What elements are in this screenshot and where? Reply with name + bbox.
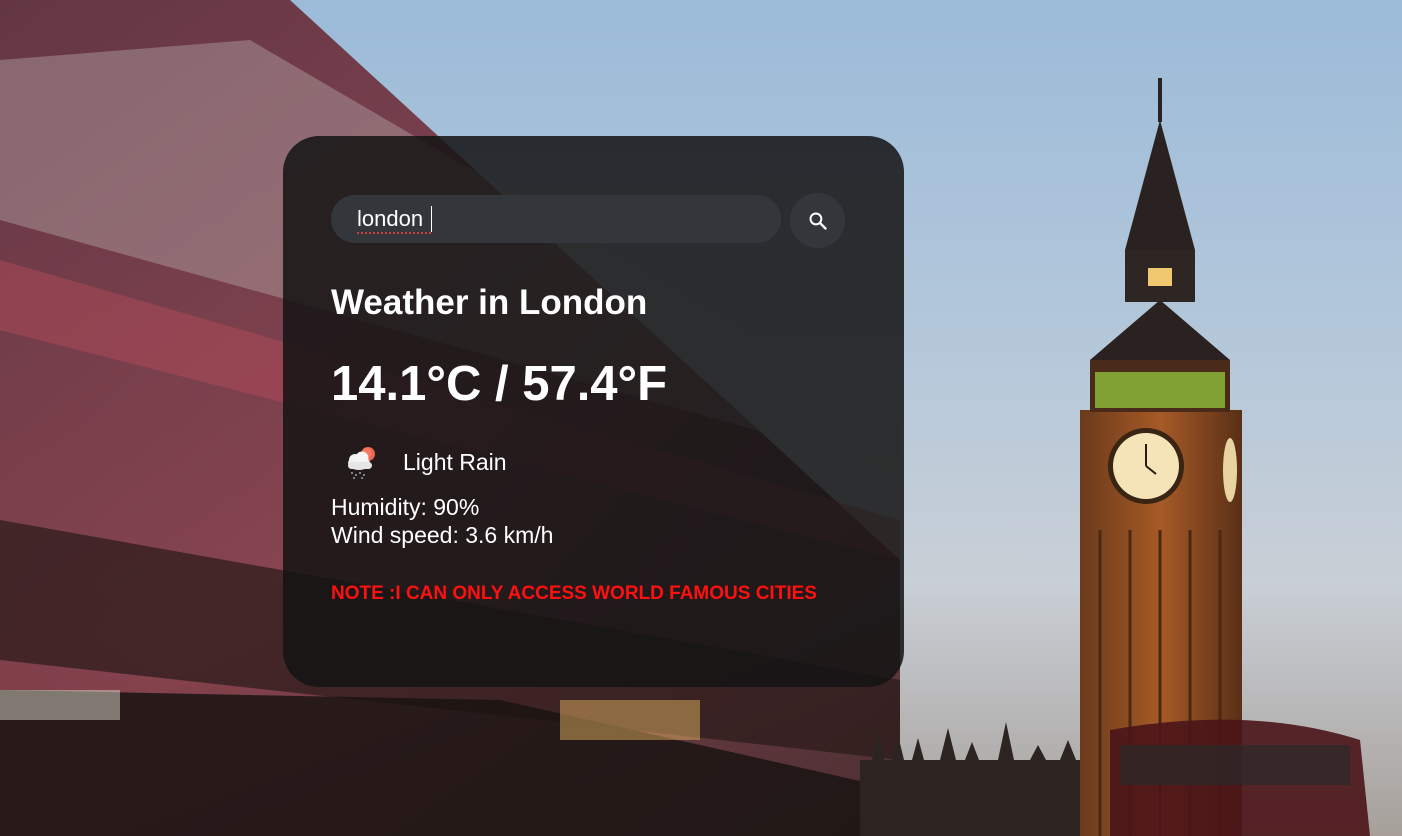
weather-description-row: Light Rain [341, 442, 507, 482]
note-text: NOTE :I CAN ONLY ACCESS WORLD FAMOUS CIT… [331, 583, 817, 604]
text-caret [431, 206, 432, 232]
search-icon [809, 212, 827, 230]
search-button[interactable] [790, 193, 845, 248]
search-bar [331, 193, 847, 248]
page-background: Weather in London 14.1°C / 57.4°F [0, 0, 1402, 836]
weather-card: Weather in London 14.1°C / 57.4°F [283, 136, 904, 687]
humidity-text: Humidity: 90% [331, 494, 480, 520]
city-title: Weather in London [331, 283, 648, 322]
search-input[interactable] [331, 195, 781, 243]
spellcheck-underline [357, 229, 431, 234]
temperature: 14.1°C / 57.4°F [331, 357, 668, 411]
cloud-rain-sun-icon [348, 447, 375, 479]
weather-description: Light Rain [403, 448, 507, 475]
wind-speed-text: Wind speed: 3.6 km/h [331, 522, 554, 548]
